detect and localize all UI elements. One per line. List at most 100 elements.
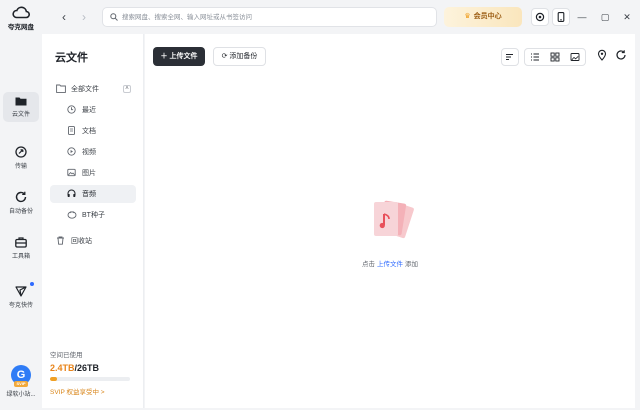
refresh-icon [616, 50, 626, 60]
rail-item-transfer[interactable]: 传输 [3, 142, 39, 172]
folder-icon [15, 97, 27, 106]
rail-item-label: 自动备份 [8, 209, 33, 215]
send-icon [15, 286, 27, 297]
sort-icon [506, 54, 513, 60]
music-folder-icon [374, 200, 414, 239]
collapse-toggle[interactable]: ˄ [123, 85, 131, 93]
folder-outline-icon [56, 84, 66, 93]
upload-file-label: 上传文件 [169, 53, 198, 60]
vip-center-button[interactable]: ♛ 会员中心 [444, 7, 522, 27]
tree-item-recent[interactable]: 最近 [50, 101, 136, 119]
toolbox-icon [15, 237, 27, 248]
clock-icon [67, 105, 76, 114]
empty-prefix: 点击 [362, 261, 375, 268]
tree-item-label: 图片 [82, 170, 96, 177]
avatar[interactable]: G SVIP [11, 365, 31, 387]
user-name: 绿软小站... [6, 392, 36, 398]
transfer-icon [15, 146, 27, 158]
tree-item-documents[interactable]: 文档 [50, 122, 136, 140]
refresh-button[interactable] [615, 49, 631, 65]
crown-icon: ♛ [464, 13, 471, 20]
add-backup-button[interactable]: ⟳ 添加备份 [213, 47, 266, 66]
rail-item-toolbox[interactable]: 工具箱 [3, 233, 39, 263]
view-switcher [524, 48, 586, 66]
image-view-icon [570, 53, 580, 61]
sync-icon: ⟳ [221, 53, 228, 60]
empty-message: 点击 上传文件 添加 [335, 258, 445, 268]
storage-bar [50, 377, 130, 381]
tree-item-images[interactable]: 图片 [50, 164, 136, 182]
rail-item-label: 夸克快传 [8, 303, 33, 309]
tree-item-recycle-bin[interactable]: 回收站 [50, 232, 136, 250]
app-logo: 夸克网盘 [6, 5, 36, 31]
empty-suffix: 添加 [405, 261, 418, 268]
upload-file-link[interactable]: 上传文件 [377, 261, 403, 268]
settings-button[interactable] [531, 8, 549, 26]
storage-usage: 空间已使用 2.4TB/26TB SVIP 权益享受中 > [50, 349, 136, 396]
play-icon [67, 147, 76, 156]
forward-button[interactable]: › [76, 9, 92, 25]
rail-item-label: 工具箱 [11, 254, 30, 260]
storage-total: 26TB [77, 363, 100, 373]
pin-icon [597, 49, 607, 61]
sync-icon [15, 191, 27, 203]
rail-item-label: 云文件 [11, 112, 30, 118]
upload-file-button[interactable]: ＋ 上传文件 [153, 47, 205, 66]
tree-item-label: 最近 [82, 107, 96, 114]
notification-dot [30, 282, 34, 286]
gear-icon [535, 12, 545, 22]
avatar-letter: G [16, 369, 26, 381]
headphones-icon [67, 189, 76, 197]
search-icon [110, 13, 118, 21]
main-content: ＋ 上传文件 ⟳ 添加备份 点击 上传文件 添加 [145, 34, 635, 408]
storage-used: 2.4TB [50, 363, 75, 373]
tree-item-label: BT种子 [82, 212, 105, 219]
search-input[interactable] [122, 10, 422, 24]
empty-state: 点击 上传文件 添加 [335, 194, 445, 268]
maximize-button[interactable]: ▢ [597, 9, 613, 25]
page-title: 云文件 [55, 52, 88, 64]
empty-audio-illustration [360, 194, 420, 252]
grid-icon [550, 52, 560, 62]
location-button[interactable] [596, 49, 612, 65]
rail-item-auto-backup[interactable]: 自动备份 [3, 187, 39, 217]
image-icon [67, 168, 76, 177]
tree-item-videos[interactable]: 视频 [50, 143, 136, 161]
list-icon [531, 53, 539, 61]
tree-item-label: 回收站 [71, 238, 92, 245]
left-rail: 夸克网盘 云文件 传输 自动备份 工具箱 夸克快传 G SVIP 绿软小站... [0, 0, 42, 410]
preview-view-button[interactable] [565, 49, 585, 65]
document-icon [68, 126, 75, 135]
close-button[interactable]: ✕ [619, 9, 635, 25]
storage-label: 空间已使用 [50, 352, 83, 359]
tree-item-audio[interactable]: 音频 [50, 185, 136, 203]
grid-view-button[interactable] [545, 49, 565, 65]
rail-item-cloud-files[interactable]: 云文件 [3, 92, 39, 122]
mobile-button[interactable] [552, 8, 570, 26]
search-box[interactable] [102, 7, 437, 27]
plus-icon: ＋ [160, 53, 168, 60]
storage-value: 2.4TB/26TB [50, 363, 136, 373]
tree-item-label: 音频 [82, 191, 96, 198]
rail-item-quick-send[interactable]: 夸克快传 [3, 281, 39, 311]
add-backup-label: 添加备份 [229, 53, 258, 60]
user-profile[interactable]: G SVIP 绿软小站... [2, 365, 40, 398]
storage-bar-fill [50, 377, 58, 381]
list-view-button[interactable] [525, 49, 545, 65]
top-bar: ‹ › ♛会员中心 — ▢ ✕ [42, 0, 640, 34]
app-logo-text: 夸克网盘 [8, 24, 34, 31]
back-button[interactable]: ‹ [56, 9, 72, 25]
tree-item-bt-torrents[interactable]: BT种子 [50, 206, 136, 224]
cloud-logo-icon [12, 6, 30, 19]
sort-button[interactable] [501, 48, 519, 66]
trash-icon [57, 236, 64, 245]
tree-item-label: 文档 [82, 128, 96, 135]
tree-item-label: 视频 [82, 149, 96, 156]
vip-center-label: 会员中心 [473, 13, 502, 20]
phone-icon [557, 12, 565, 22]
svip-status-link[interactable]: SVIP 权益享受中 > [50, 386, 136, 396]
minimize-button[interactable]: — [574, 9, 590, 25]
svip-badge: SVIP [14, 381, 28, 387]
bt-icon [67, 211, 77, 219]
tree-item-all-files[interactable]: 全部文件 ˄ [50, 80, 136, 98]
